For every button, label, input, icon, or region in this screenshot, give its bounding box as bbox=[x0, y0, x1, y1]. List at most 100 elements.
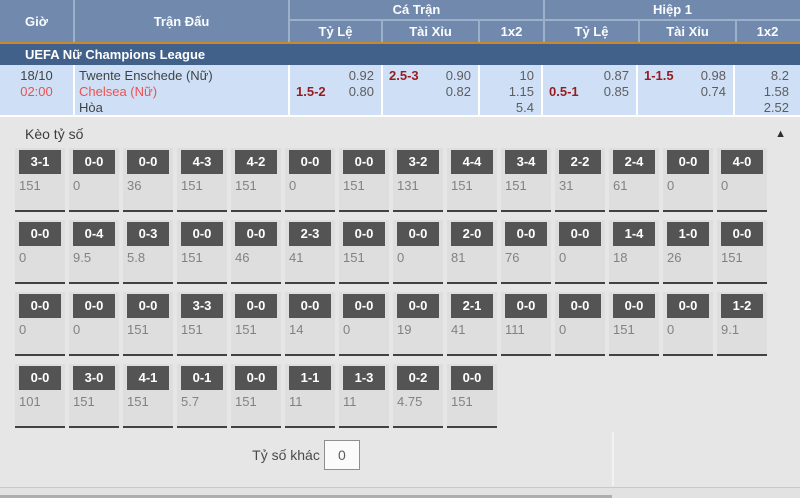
score-cell[interactable]: 0-24.75 bbox=[393, 364, 443, 428]
score-chip: 3-3 bbox=[181, 294, 223, 318]
ft-1x2-home-odds[interactable]: 10 bbox=[480, 68, 534, 84]
score-cell[interactable]: 1-026 bbox=[663, 220, 713, 284]
score-cell[interactable]: 4-1151 bbox=[123, 364, 173, 428]
first-half-1x2-cell: 8.2 1.58 2.52 bbox=[735, 65, 796, 115]
score-cell[interactable]: 0-00 bbox=[663, 292, 713, 356]
score-cell[interactable]: 2-081 bbox=[447, 220, 497, 284]
score-cell[interactable]: 0-014 bbox=[285, 292, 335, 356]
score-cell[interactable]: 2-461 bbox=[609, 148, 659, 212]
score-cell[interactable]: 0-0111 bbox=[501, 292, 551, 356]
score-cell[interactable]: 0-0151 bbox=[177, 220, 227, 284]
first-half-group-label: Hiệp 1 bbox=[545, 0, 800, 21]
score-odds: 151 bbox=[177, 246, 227, 265]
score-cell[interactable]: 0-036 bbox=[123, 148, 173, 212]
score-cell[interactable]: 2-231 bbox=[555, 148, 605, 212]
score-cell[interactable]: 0-35.8 bbox=[123, 220, 173, 284]
score-cell[interactable]: 0-0151 bbox=[717, 220, 767, 284]
score-chip: 0-0 bbox=[397, 222, 439, 246]
away-team[interactable]: Chelsea (Nữ) bbox=[79, 84, 288, 100]
score-cell[interactable]: 1-29.1 bbox=[717, 292, 767, 356]
score-cell[interactable]: 4-3151 bbox=[177, 148, 227, 212]
correct-score-title: Kèo tỷ số bbox=[25, 126, 83, 142]
score-odds: 18 bbox=[609, 246, 659, 265]
score-cell[interactable]: 4-00 bbox=[717, 148, 767, 212]
score-odds: 0 bbox=[555, 318, 605, 337]
score-chip: 3-2 bbox=[397, 150, 439, 174]
ht-hdp-home-odds[interactable]: 0.87 bbox=[604, 68, 629, 84]
score-cell[interactable]: 0-0151 bbox=[339, 148, 389, 212]
score-odds: 131 bbox=[393, 174, 443, 193]
ft-over-odds[interactable]: 0.90 bbox=[446, 68, 471, 84]
score-cell[interactable]: 3-1151 bbox=[15, 148, 65, 212]
ft-hdp-home-odds[interactable]: 0.92 bbox=[349, 68, 374, 84]
score-cell[interactable]: 0-00 bbox=[393, 220, 443, 284]
score-chip: 1-3 bbox=[343, 366, 385, 390]
correct-score-header: Kèo tỷ số ▲ bbox=[0, 117, 800, 144]
league-bar[interactable]: UEFA Nữ Champions League bbox=[0, 44, 800, 65]
score-cell[interactable]: 0-00 bbox=[555, 292, 605, 356]
score-chip: 0-0 bbox=[73, 150, 115, 174]
score-cell[interactable]: 1-311 bbox=[339, 364, 389, 428]
score-chip: 0-0 bbox=[19, 366, 61, 390]
score-cell[interactable]: 0-00 bbox=[69, 148, 119, 212]
other-score-input[interactable] bbox=[324, 440, 360, 470]
draw-label[interactable]: Hòa bbox=[79, 100, 288, 116]
score-cell[interactable]: 4-4151 bbox=[447, 148, 497, 212]
ft-hdp-away-odds[interactable]: 0.80 bbox=[349, 84, 374, 100]
score-cell[interactable]: 0-076 bbox=[501, 220, 551, 284]
score-row: 0-000-000-01513-31510-01510-0140-000-019… bbox=[15, 292, 800, 356]
score-chip: 0-1 bbox=[181, 366, 223, 390]
score-cell[interactable]: 0-0151 bbox=[609, 292, 659, 356]
score-cell[interactable]: 0-49.5 bbox=[69, 220, 119, 284]
score-cell[interactable]: 0-0151 bbox=[339, 220, 389, 284]
score-cell[interactable]: 0-0151 bbox=[231, 364, 281, 428]
score-cell[interactable]: 0-00 bbox=[663, 148, 713, 212]
score-cell[interactable]: 0-0151 bbox=[231, 292, 281, 356]
score-cell[interactable]: 0-019 bbox=[393, 292, 443, 356]
score-cell[interactable]: 1-418 bbox=[609, 220, 659, 284]
score-cell[interactable]: 0-00 bbox=[555, 220, 605, 284]
ht-hdp-away-odds[interactable]: 0.85 bbox=[604, 84, 629, 100]
column-header-match: Trận Đấu bbox=[75, 0, 290, 42]
score-cell[interactable]: 0-00 bbox=[285, 148, 335, 212]
home-team[interactable]: Twente Enschede (Nữ) bbox=[79, 68, 288, 84]
ht-1x2-draw-odds[interactable]: 2.52 bbox=[735, 100, 789, 116]
score-chip: 1-1 bbox=[289, 366, 331, 390]
score-odds: 9.5 bbox=[69, 246, 119, 265]
score-cell[interactable]: 2-341 bbox=[285, 220, 335, 284]
score-cell[interactable]: 0-00 bbox=[69, 292, 119, 356]
score-cell[interactable]: 0-0151 bbox=[447, 364, 497, 428]
ht-1x2-away-odds[interactable]: 1.58 bbox=[735, 84, 789, 100]
full-time-subcolumns: Tỷ Lệ Tài Xỉu 1x2 bbox=[290, 21, 543, 42]
score-cell[interactable]: 0-00 bbox=[15, 220, 65, 284]
score-odds: 151 bbox=[501, 174, 551, 193]
ft-1x2-draw-odds[interactable]: 5.4 bbox=[480, 100, 534, 116]
score-cell[interactable]: 0-0101 bbox=[15, 364, 65, 428]
ft-under-odds[interactable]: 0.82 bbox=[446, 84, 471, 100]
ft-1x2-away-odds[interactable]: 1.15 bbox=[480, 84, 534, 100]
score-cell[interactable]: 2-141 bbox=[447, 292, 497, 356]
column-header-match-label: Trận Đấu bbox=[154, 14, 210, 29]
score-chip: 0-0 bbox=[19, 294, 61, 318]
score-chip: 2-2 bbox=[559, 150, 601, 174]
score-chip: 0-0 bbox=[127, 294, 169, 318]
score-cell[interactable]: 0-15.7 bbox=[177, 364, 227, 428]
score-odds: 0 bbox=[15, 318, 65, 337]
score-cell[interactable]: 0-00 bbox=[339, 292, 389, 356]
score-cell[interactable]: 3-2131 bbox=[393, 148, 443, 212]
score-cell[interactable]: 4-2151 bbox=[231, 148, 281, 212]
score-cell[interactable]: 0-00 bbox=[15, 292, 65, 356]
score-chip: 3-1 bbox=[19, 150, 61, 174]
ht-1x2-home-odds[interactable]: 8.2 bbox=[735, 68, 789, 84]
score-cell[interactable]: 1-111 bbox=[285, 364, 335, 428]
score-cell[interactable]: 3-3151 bbox=[177, 292, 227, 356]
score-cell[interactable]: 3-0151 bbox=[69, 364, 119, 428]
ht-under-odds[interactable]: 0.74 bbox=[701, 84, 726, 100]
score-cell[interactable]: 3-4151 bbox=[501, 148, 551, 212]
score-odds: 41 bbox=[447, 318, 497, 337]
score-chip: 0-0 bbox=[559, 222, 601, 246]
score-cell[interactable]: 0-046 bbox=[231, 220, 281, 284]
collapse-triangle-icon[interactable]: ▲ bbox=[775, 128, 786, 140]
score-cell[interactable]: 0-0151 bbox=[123, 292, 173, 356]
ht-over-odds[interactable]: 0.98 bbox=[701, 68, 726, 84]
